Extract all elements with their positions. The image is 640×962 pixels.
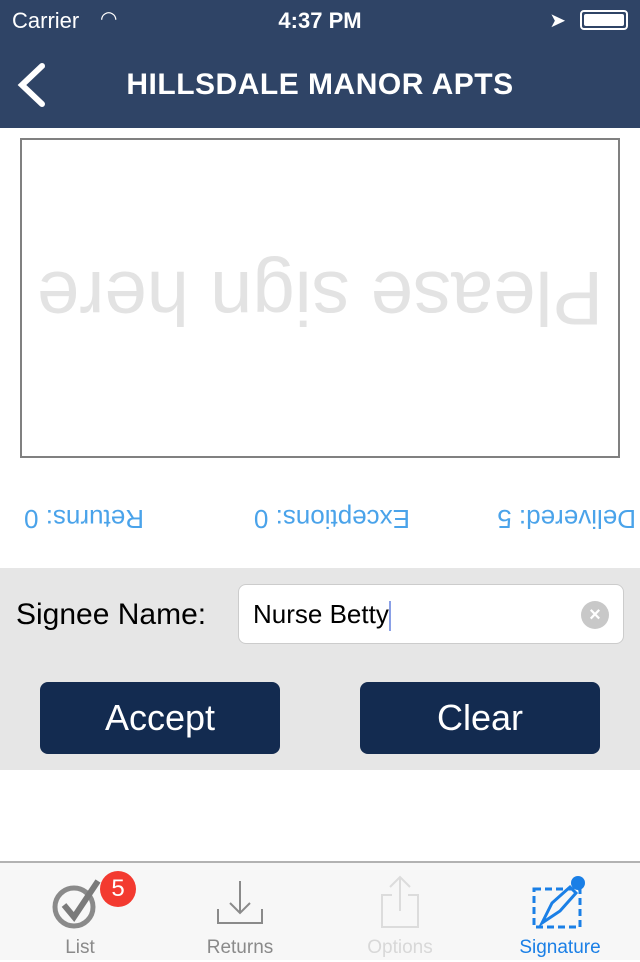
tab-label: Returns	[206, 937, 274, 958]
pen-signature-icon	[532, 876, 585, 929]
download-icon	[217, 881, 263, 924]
clock: 4:37 PM	[278, 8, 362, 33]
signature-placeholder: Please sign here	[36, 255, 604, 341]
signee-name-input[interactable]: Nurse Betty ×	[238, 584, 624, 644]
location-icon: ➤	[549, 10, 566, 32]
signee-name-label: Signee Name:	[16, 598, 207, 631]
list-badge: 5	[100, 871, 136, 907]
clear-text-icon[interactable]: ×	[581, 601, 609, 629]
text-cursor	[388, 601, 391, 632]
signee-name-value: Nurse Betty	[253, 599, 389, 629]
page-title: HILLSDALE MANOR APTS	[126, 68, 514, 101]
clear-button[interactable]: Clear	[360, 682, 600, 754]
share-icon	[381, 875, 419, 928]
tab-options[interactable]: Options	[320, 863, 480, 962]
battery-icon	[580, 10, 628, 30]
signature-pad[interactable]: Please sign here	[20, 138, 620, 458]
tab-label: Options	[367, 937, 433, 958]
tab-returns[interactable]: Returns	[160, 863, 320, 962]
exceptions-count: Exceptions: 0	[253, 504, 410, 534]
status-bar: Carrier ◠ 4:37 PM ➤	[0, 0, 640, 40]
tab-bar: 5 List Returns Options Signature	[0, 861, 640, 960]
navigation-bar: Carrier ◠ 4:37 PM ➤ HILLSDALE MANOR APTS	[0, 0, 640, 128]
tab-list[interactable]: 5 List	[0, 863, 160, 962]
tab-label: List	[65, 937, 95, 958]
delivered-count: Delivered: 5	[497, 504, 636, 534]
delivery-stats: Delivered: 5 Exceptions: 0 Returns: 0	[0, 496, 640, 540]
signee-panel: Signee Name: Nurse Betty × Accept Clear	[0, 568, 640, 770]
returns-count: Returns: 0	[24, 504, 144, 534]
tab-signature[interactable]: Signature	[480, 863, 640, 962]
tab-label: Signature	[519, 937, 601, 958]
accept-button[interactable]: Accept	[40, 682, 280, 754]
